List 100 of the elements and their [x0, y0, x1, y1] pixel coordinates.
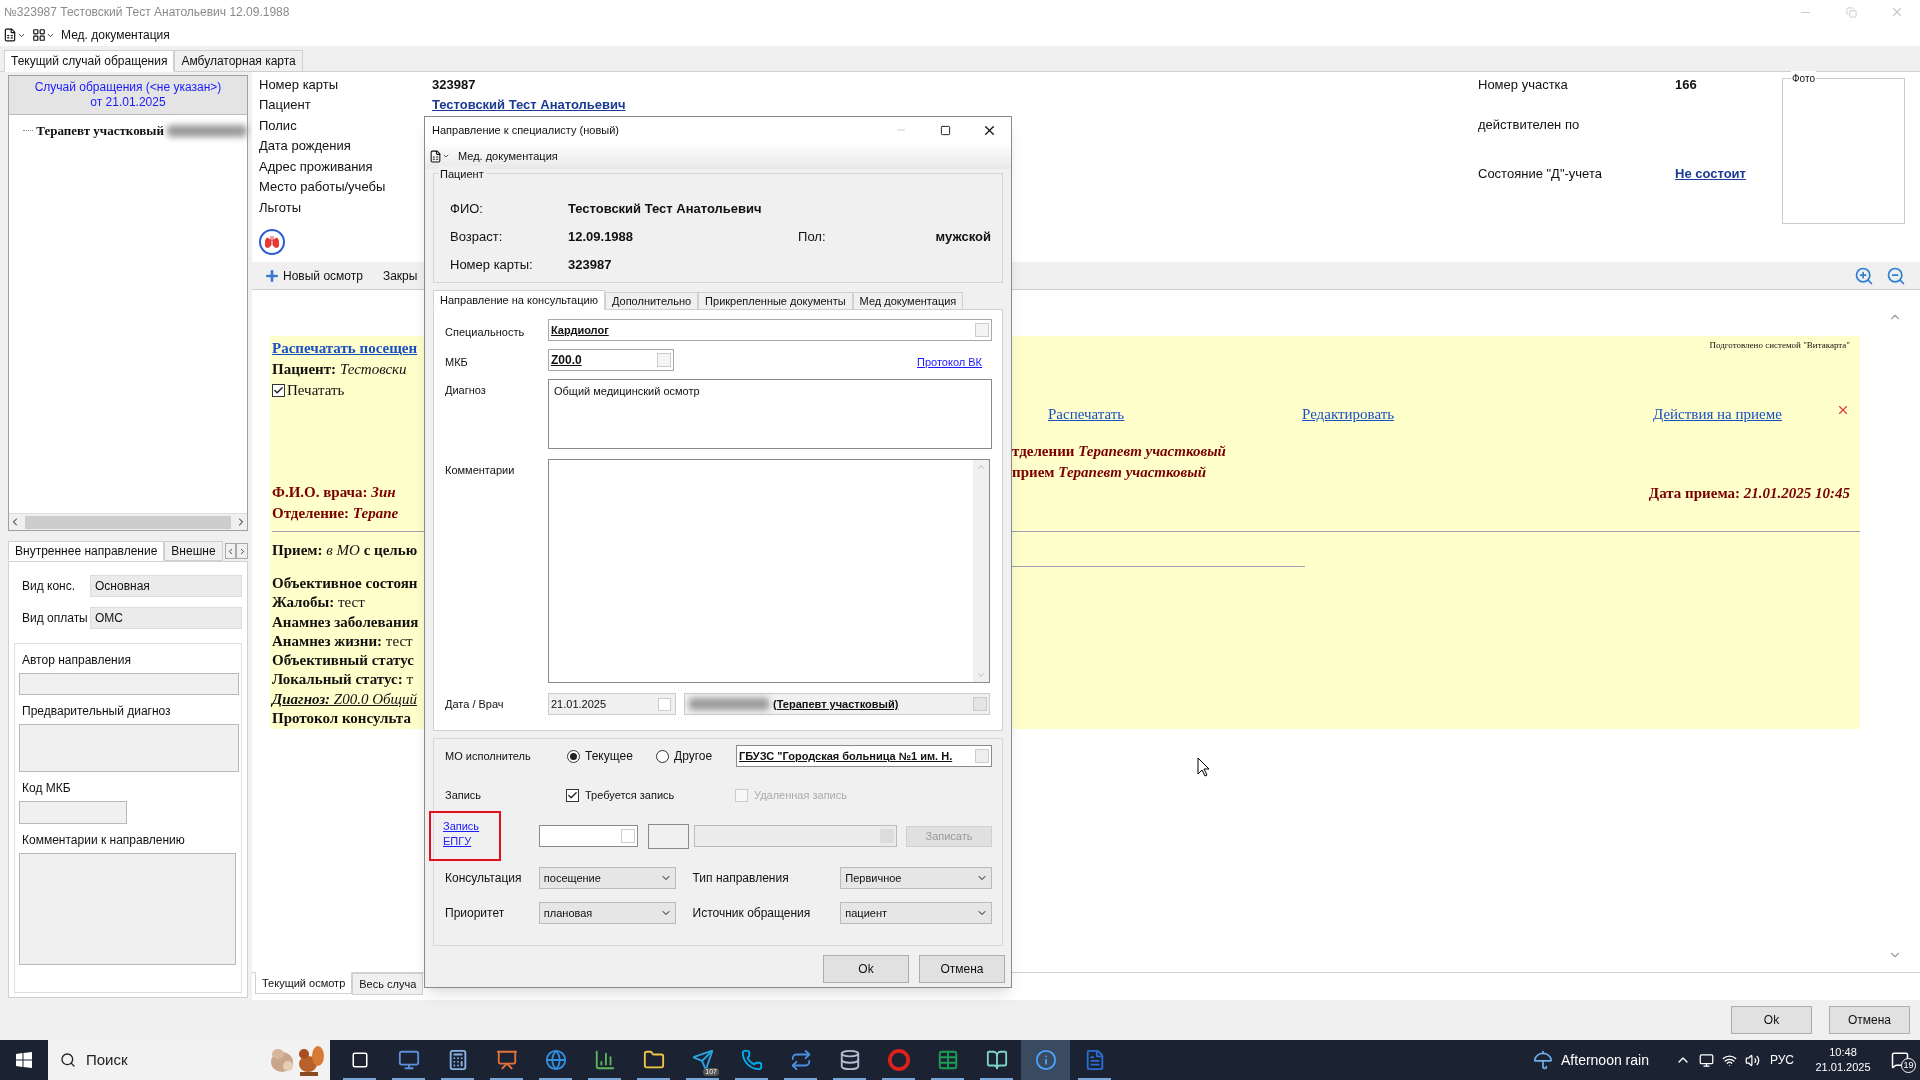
- field-label: Дата / Врач: [445, 696, 505, 712]
- protocol-link[interactable]: Протокол ВК: [917, 349, 982, 371]
- info-label: Дата рождения: [259, 137, 352, 155]
- info-icon: [1034, 1049, 1057, 1071]
- table-icon: [936, 1049, 959, 1071]
- clock[interactable]: 10:48 21.01.2025: [1806, 1045, 1880, 1075]
- input-field[interactable]: [648, 823, 689, 849]
- tab[interactable]: Прикрепленные документы: [698, 292, 853, 310]
- input-field[interactable]: [19, 724, 239, 772]
- tab[interactable]: Текущий осмотр: [255, 972, 353, 994]
- checkbox[interactable]: [272, 384, 285, 397]
- search-field[interactable]: Поиск: [48, 1040, 330, 1080]
- diagnosis-field[interactable]: Общий медицинский осмотр: [548, 379, 992, 449]
- checkbox-label: Требуется запись: [585, 787, 675, 803]
- dialog-title: Направление к специалисту (новый): [432, 122, 619, 138]
- export-menu-icon[interactable]: [32, 28, 55, 42]
- group-title: Пациент: [438, 166, 486, 183]
- tray-icon[interactable]: [1698, 1052, 1714, 1068]
- comments-field[interactable]: [548, 459, 990, 683]
- field-label: Источник обращения: [692, 905, 812, 922]
- case-header[interactable]: Случай обращения (<не указан>) от 21.01.2025: [9, 76, 247, 115]
- volume-icon[interactable]: [1744, 1052, 1760, 1068]
- dialog-button[interactable]: Отмена: [919, 955, 1005, 983]
- date-field[interactable]: 21.01.2025: [548, 693, 676, 715]
- epgu-record-link[interactable]: Запись ЕПГУ: [443, 819, 483, 849]
- readonly-field[interactable]: Основная: [90, 575, 242, 597]
- organization-field[interactable]: ГБУЗС "Городская больница №1 им. Н.: [736, 745, 992, 767]
- report-menu-icon[interactable]: [3, 28, 26, 42]
- phone-icon: [740, 1049, 763, 1071]
- tab[interactable]: Амбулаторная карта: [174, 50, 303, 72]
- input-field[interactable]: [19, 853, 236, 965]
- paper-plane-icon: [691, 1049, 714, 1071]
- section-label: Предварительный диагноз: [21, 703, 172, 720]
- tree-item[interactable]: Терапевт участковый: [36, 121, 164, 141]
- input-field[interactable]: [19, 801, 127, 824]
- patient-link[interactable]: Не состоит: [1675, 163, 1746, 183]
- tab[interactable]: Внутреннее направление: [8, 541, 165, 561]
- sex-value: мужской: [935, 228, 991, 247]
- input-field[interactable]: [19, 673, 239, 695]
- patient-line: Пациент: Тестовски: [272, 360, 408, 379]
- readonly-field[interactable]: ОМС: [90, 607, 242, 629]
- dropdown[interactable]: пациент: [840, 902, 992, 924]
- patient-link[interactable]: Тестовский Тест Анатольевич: [432, 95, 626, 115]
- info-label: Состояние "Д"-учета: [1478, 164, 1603, 183]
- info-label: Адрес проживания: [259, 157, 374, 176]
- tab[interactable]: Текущий случай обращения: [4, 50, 175, 72]
- print-visit-link[interactable]: Распечатать посещен: [272, 338, 422, 359]
- tab-scroll-left-icon[interactable]: [224, 543, 237, 559]
- toolbar-button[interactable]: Закры: [382, 266, 418, 285]
- tab[interactable]: Весь случа: [352, 973, 424, 995]
- finding-heading: Анамнез заболевания: [272, 612, 420, 632]
- horizontal-scrollbar[interactable]: [9, 513, 247, 530]
- tab-scroll-right-icon[interactable]: [236, 543, 248, 559]
- new-exam-button[interactable]: Новый осмотр: [264, 266, 363, 285]
- checkbox[interactable]: [566, 788, 579, 802]
- finding-line: Жалобы: тест: [272, 593, 366, 613]
- field-label: Пол:: [798, 228, 826, 247]
- report-menu-icon[interactable]: [429, 149, 450, 163]
- tab[interactable]: Внешне: [164, 541, 223, 561]
- scrollbar-thumb[interactable]: [25, 515, 231, 529]
- finding-heading: Объективный статус: [272, 651, 415, 671]
- language-indicator[interactable]: РУС: [1769, 1051, 1794, 1069]
- tab[interactable]: Мед документация: [852, 292, 964, 310]
- radio-button[interactable]: [656, 749, 669, 763]
- action-link[interactable]: Редактировать: [1302, 403, 1653, 426]
- action-link[interactable]: Действия на приеме: [1653, 403, 1836, 426]
- dropdown[interactable]: посещение: [538, 867, 676, 889]
- arrows-icon: [789, 1049, 812, 1071]
- dropdown[interactable]: плановая: [538, 902, 676, 924]
- lungs-icon[interactable]: [259, 228, 285, 255]
- weather-text[interactable]: Afternoon rain: [1561, 1049, 1649, 1071]
- close-icon[interactable]: [1836, 403, 1850, 417]
- tab[interactable]: Направление на консультацию: [433, 290, 605, 310]
- dropdown[interactable]: Первичное: [840, 867, 992, 889]
- weather-icon[interactable]: [1533, 1050, 1553, 1070]
- mkb-field[interactable]: Z00.0: [548, 349, 674, 371]
- info-label: Место работы/учебы: [259, 178, 387, 196]
- tab[interactable]: Дополнительно: [604, 292, 699, 310]
- input-field[interactable]: [539, 825, 638, 847]
- zoom-out-icon[interactable]: [1886, 265, 1906, 286]
- window-title: №323987 Тестовский Тест Анатольевич 12.09.1988: [3, 4, 290, 21]
- menu-item[interactable]: Мед. документация: [458, 147, 558, 165]
- zoom-in-icon[interactable]: [1854, 265, 1874, 286]
- case-header-text: Случай обращения (<не указан>): [34, 80, 222, 95]
- specialty-field[interactable]: Кардиолог: [548, 319, 992, 341]
- presentation-icon: [495, 1049, 518, 1071]
- dialog-button[interactable]: Отмена: [1829, 1006, 1910, 1034]
- network-icon[interactable]: [1721, 1052, 1737, 1068]
- dialog-button[interactable]: Ok: [823, 955, 909, 983]
- prepared-by-text: Подготовлено системой "Витакарта": [1709, 339, 1850, 352]
- radio-label: Другое: [674, 748, 713, 765]
- doctor-field[interactable]: (Терапевт участковый): [684, 693, 990, 715]
- action-link[interactable]: Распечатать: [1048, 403, 1302, 426]
- notification-button[interactable]: 19: [1880, 1040, 1920, 1080]
- input-field[interactable]: [694, 825, 897, 847]
- finding-heading: Объективное состоян: [272, 574, 419, 593]
- field-label: МО исполнитель: [445, 748, 532, 764]
- radio-button[interactable]: [567, 749, 580, 763]
- menu-item[interactable]: Мед. документация: [61, 26, 170, 44]
- dialog-button[interactable]: Ok: [1731, 1006, 1812, 1034]
